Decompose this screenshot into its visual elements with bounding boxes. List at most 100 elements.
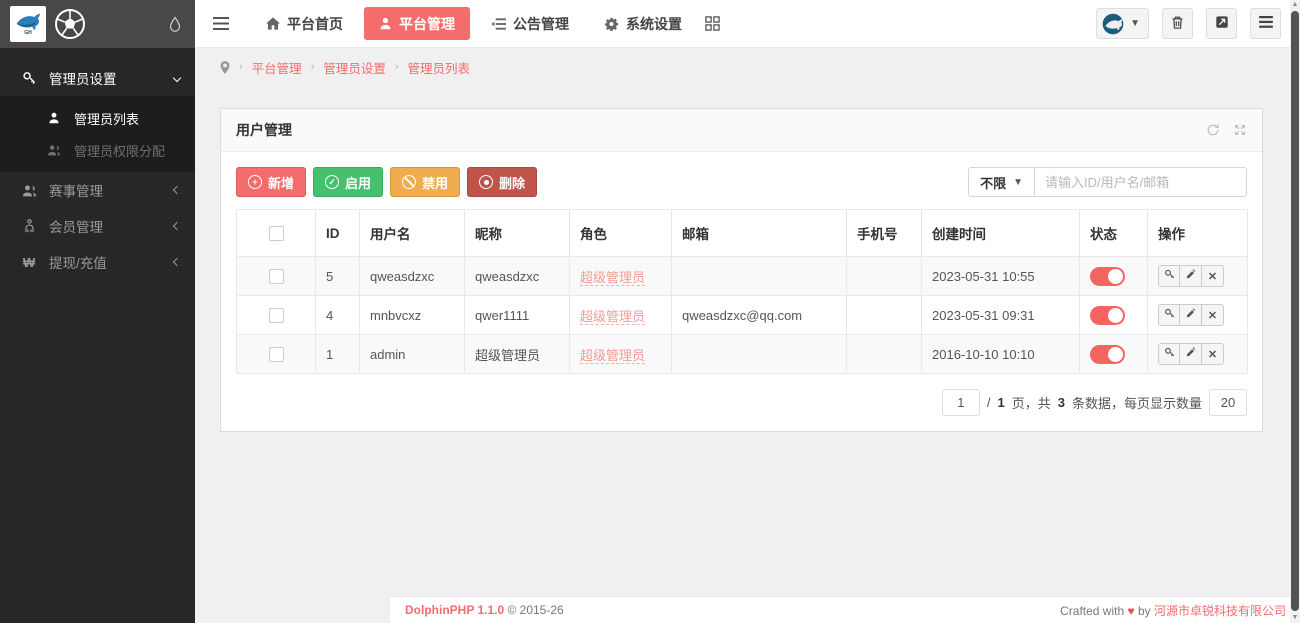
external-link-button[interactable]	[1206, 8, 1237, 39]
status-toggle[interactable]	[1090, 306, 1125, 325]
authorize-button[interactable]	[1158, 343, 1180, 365]
sidebar-item-label: 管理员设置	[49, 68, 174, 88]
scroll-down-icon[interactable]: ▼	[1290, 613, 1300, 623]
breadcrumb-link[interactable]: 平台管理	[252, 58, 302, 77]
topbar-tools: ▼	[1096, 8, 1281, 39]
disable-button-label: 禁用	[422, 173, 448, 192]
scroll-up-icon[interactable]: ▲	[1290, 0, 1300, 10]
page-number-input[interactable]	[942, 389, 980, 416]
role-link[interactable]: 超级管理员	[580, 348, 645, 364]
breadcrumb-separator: ›	[311, 61, 315, 73]
user-icon	[45, 112, 63, 124]
cell-created: 2023-05-31 09:31	[922, 296, 1080, 335]
status-toggle[interactable]	[1090, 267, 1125, 286]
sidebar-item-members[interactable]: 会员管理	[0, 208, 195, 244]
water-drop-icon[interactable]	[169, 16, 181, 32]
delete-row-button[interactable]: ✕	[1202, 265, 1224, 287]
sidebar-item-withdraw-recharge[interactable]: ₩ 提现/充值	[0, 244, 195, 280]
cell-username: qweasdzxc	[360, 257, 465, 296]
tab-platform-manage[interactable]: 平台管理	[364, 7, 470, 40]
external-link-icon	[1215, 15, 1229, 32]
column-header-created: 创建时间	[922, 210, 1080, 257]
sidebar-menu: 管理员设置 管理员列表 管理员权限分配 赛事管理	[0, 48, 195, 280]
delete-row-button[interactable]: ✕	[1202, 304, 1224, 326]
stream-icon	[491, 18, 506, 30]
cell-phone	[847, 257, 922, 296]
footer-company-link[interactable]: 河源市卓锐科技有限公司	[1154, 604, 1286, 618]
dolphin-logo-icon	[15, 13, 41, 31]
cell-id: 1	[316, 335, 360, 374]
sidebar-item-events[interactable]: 赛事管理	[0, 172, 195, 208]
refresh-icon[interactable]	[1206, 123, 1220, 137]
row-actions: ✕	[1158, 343, 1224, 365]
column-header-id: ID	[316, 210, 360, 257]
row-checkbox[interactable]	[269, 308, 284, 323]
edit-button[interactable]	[1180, 304, 1202, 326]
row-checkbox[interactable]	[269, 269, 284, 284]
expand-icon[interactable]	[1233, 123, 1247, 137]
grid-icon[interactable]	[705, 16, 720, 31]
breadcrumb-link[interactable]: 管理员设置	[323, 58, 386, 77]
select-all-checkbox[interactable]	[269, 226, 284, 241]
role-link[interactable]: 超级管理员	[580, 309, 645, 325]
member-icon	[20, 219, 38, 233]
breadcrumb-link[interactable]: 管理员列表	[408, 58, 471, 77]
column-header-email: 邮箱	[672, 210, 847, 257]
scrollbar-thumb[interactable]	[1291, 11, 1299, 611]
disable-button[interactable]: 禁用	[390, 167, 460, 197]
search-input[interactable]	[1035, 167, 1247, 197]
action-buttons: + 新增 ✓ 启用 禁用 删除	[236, 167, 537, 197]
menu-list-button[interactable]	[1250, 8, 1281, 39]
gear-icon	[605, 17, 619, 31]
hamburger-icon[interactable]	[213, 17, 229, 30]
edit-button[interactable]	[1180, 265, 1202, 287]
tab-announcements[interactable]: 公告管理	[476, 7, 584, 40]
app-logo[interactable]: GH	[10, 6, 46, 42]
delete-button[interactable]: 删除	[467, 167, 537, 197]
panel-tools	[1206, 123, 1247, 137]
sidebar-item-admin-permissions[interactable]: 管理员权限分配	[0, 134, 195, 166]
sidebar-item-admin-settings[interactable]: 管理员设置	[0, 60, 195, 96]
pencil-icon	[1185, 269, 1196, 283]
user-menu-button[interactable]: ▼	[1096, 8, 1149, 39]
content-area: 用户管理 + 新增	[195, 86, 1300, 432]
tab-system-settings[interactable]: 系统设置	[590, 7, 697, 40]
table-toolbar: + 新增 ✓ 启用 禁用 删除	[236, 167, 1247, 197]
scrollbar: ▲ ▼	[1290, 0, 1300, 623]
authorize-button[interactable]	[1158, 304, 1180, 326]
users-table: ID 用户名 昵称 角色 邮箱 手机号 创建时间 状态 操作 5qweasdzx…	[236, 209, 1248, 374]
list-icon	[1259, 16, 1273, 31]
close-icon: ✕	[1208, 348, 1217, 361]
key-icon	[20, 71, 38, 85]
sidebar-item-label: 管理员列表	[74, 109, 180, 128]
row-checkbox[interactable]	[269, 347, 284, 362]
sidebar-header: GH	[0, 0, 195, 48]
sidebar-item-label: 管理员权限分配	[74, 141, 180, 160]
page-size-input[interactable]	[1209, 389, 1247, 416]
pagination-total-items: 3	[1058, 395, 1065, 410]
sidebar-item-admin-list[interactable]: 管理员列表	[0, 102, 195, 134]
enable-button[interactable]: ✓ 启用	[313, 167, 383, 197]
filter-dropdown[interactable]: 不限 ▼	[968, 167, 1035, 197]
pagination: / 1 页，共 3 条数据，每页显示数量	[236, 389, 1247, 416]
cell-created: 2023-05-31 10:55	[922, 257, 1080, 296]
tab-platform-home[interactable]: 平台首页	[251, 7, 358, 40]
logo-text: GH	[24, 31, 32, 35]
trash-icon	[1171, 15, 1184, 33]
tab-label: 系统设置	[626, 14, 682, 34]
footer-brand[interactable]: DolphinPHP 1.1.0	[405, 603, 504, 617]
add-button[interactable]: + 新增	[236, 167, 306, 197]
pagination-slash: /	[987, 395, 991, 410]
topbar: 平台首页 平台管理 公告管理 系统设置	[195, 0, 1300, 48]
role-link[interactable]: 超级管理员	[580, 270, 645, 286]
heart-icon: ♥	[1127, 604, 1134, 618]
footer-left: DolphinPHP 1.1.0 © 2015-26	[405, 603, 564, 617]
edit-button[interactable]	[1180, 343, 1202, 365]
authorize-button[interactable]	[1158, 265, 1180, 287]
status-toggle[interactable]	[1090, 345, 1125, 364]
cell-username: admin	[360, 335, 465, 374]
delete-row-button[interactable]: ✕	[1202, 343, 1224, 365]
trash-button[interactable]	[1162, 8, 1193, 39]
table-body: 5qweasdzxcqweasdzxc超级管理员2023-05-31 10:55…	[237, 257, 1248, 374]
pagination-label: 条数据，每页显示数量	[1072, 393, 1202, 412]
